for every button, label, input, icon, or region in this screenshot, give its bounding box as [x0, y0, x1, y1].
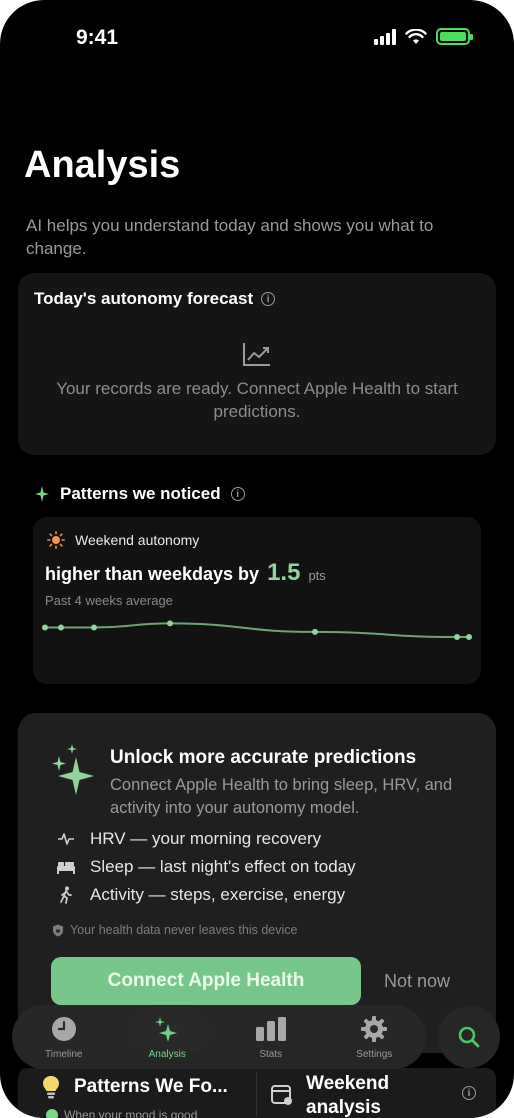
trend-point [454, 634, 460, 640]
info-icon[interactable]: i [230, 487, 245, 501]
tab-settings[interactable]: Settings [334, 1015, 414, 1060]
not-now-button[interactable]: Not now [384, 971, 450, 992]
bed-icon [56, 860, 76, 874]
patterns-we-found-row[interactable]: Patterns We Fo... [40, 1074, 228, 1100]
status-time: 9:41 [76, 26, 119, 49]
forecast-card: Today's autonomy forecast i Your records… [18, 273, 496, 455]
clock-icon [51, 1015, 77, 1043]
privacy-note-text: Your health data never leaves this devic… [70, 923, 298, 937]
feature-label: Sleep — last night's effect on today [90, 857, 356, 876]
pattern-card[interactable]: Weekend autonomy higher than weekdays by… [33, 517, 481, 684]
shield-icon [53, 924, 63, 936]
feature-label: Activity — steps, exercise, energy [90, 885, 346, 904]
tab-timeline[interactable]: Timeline [24, 1015, 104, 1060]
divider [256, 1072, 257, 1116]
unlock-card: Unlock more accurate predictions Connect… [18, 713, 496, 1053]
weekend-analysis-title: Weekend analysis [306, 1073, 390, 1118]
search-button[interactable] [438, 1006, 500, 1068]
sun-icon [47, 531, 65, 549]
sparkle-icon [52, 744, 94, 795]
pattern-statement-row: higher than weekdays by 1.5 pts [45, 559, 326, 587]
wifi-icon [405, 28, 427, 44]
privacy-note: Your health data never leaves this devic… [52, 923, 297, 937]
pattern-unit: pts [308, 568, 326, 583]
gear-icon [360, 1015, 388, 1043]
trend-point [58, 624, 64, 631]
feature-activity: Activity — steps, exercise, energy [56, 885, 345, 905]
bar-chart-icon [255, 1015, 287, 1043]
trend-sparkline [42, 620, 472, 640]
trend-chart-icon [243, 343, 270, 366]
pattern-statement: higher than weekdays by [45, 564, 260, 584]
status-icons [374, 28, 473, 45]
forecast-card-title: Today's autonomy forecast [34, 289, 254, 308]
trend-point [167, 620, 173, 627]
unlock-description: Connect Apple Health to bring sleep, HRV… [110, 776, 453, 817]
walking-icon [56, 886, 76, 904]
calendar-icon [271, 1085, 292, 1105]
search-icon [458, 1026, 480, 1048]
sparkle-icon [35, 486, 49, 502]
feature-sleep: Sleep — last night's effect on today [56, 857, 356, 877]
tab-bar: Timeline Analysis Stats Settings [12, 1005, 426, 1069]
battery-icon [436, 28, 473, 45]
heartbeat-icon [56, 831, 76, 847]
tab-label: Settings [356, 1048, 393, 1060]
sparkle-icon [154, 1015, 180, 1043]
bottom-content-strip: Patterns We Fo... Weekend analysis i Whe… [18, 1068, 496, 1118]
trend-point [91, 624, 97, 631]
patterns-we-found-subtitle-text: When your mood is good [64, 1108, 198, 1118]
patterns-we-found-subtitle: When your mood is good [46, 1108, 197, 1118]
forecast-card-title-row: Today's autonomy forecast i [34, 289, 276, 309]
connect-apple-health-button[interactable]: Connect Apple Health [51, 957, 361, 1005]
feature-label: HRV — your morning recovery [90, 829, 322, 848]
tab-label: Analysis [148, 1048, 186, 1060]
feature-hrv: HRV — your morning recovery [56, 829, 321, 849]
info-icon[interactable]: i [462, 1086, 476, 1100]
forecast-message: Your records are ready. Connect Apple He… [56, 379, 458, 421]
lightbulb-icon [43, 1076, 59, 1099]
phone-screen: 9:41 Analysis AI helps you understand to… [0, 0, 514, 1118]
trend-point [466, 634, 472, 640]
cellular-signal-icon [374, 28, 396, 45]
tab-stats[interactable]: Stats [231, 1015, 311, 1060]
info-icon[interactable]: i [261, 292, 276, 306]
pattern-tag: Weekend autonomy [47, 531, 199, 549]
tab-analysis[interactable]: Analysis [127, 1015, 207, 1060]
status-dot-icon [46, 1109, 58, 1118]
patterns-header: Patterns we noticed i [34, 484, 245, 504]
tab-label: Stats [259, 1048, 283, 1060]
patterns-we-found-title: Patterns We Fo... [74, 1076, 228, 1097]
pattern-value: 1.5 [267, 559, 301, 586]
trend-line [44, 622, 469, 638]
pattern-caption: Past 4 weeks average [45, 593, 173, 608]
tab-label: Timeline [45, 1048, 83, 1060]
page-subtitle: AI helps you understand today and shows … [26, 216, 434, 258]
pattern-tag-label: Weekend autonomy [75, 532, 200, 548]
unlock-title: Unlock more accurate predictions [110, 747, 417, 768]
trend-point [312, 628, 318, 635]
page-title: Analysis [24, 144, 181, 186]
trend-point [42, 624, 48, 631]
patterns-title: Patterns we noticed [60, 484, 221, 503]
weekend-analysis-row[interactable]: Weekend analysis [270, 1072, 426, 1118]
